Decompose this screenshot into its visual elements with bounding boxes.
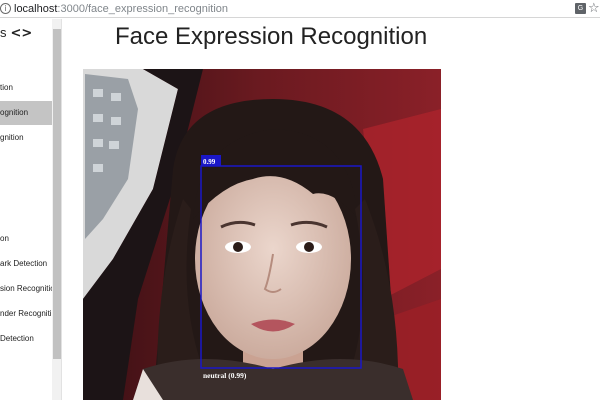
sidebar-item-label: nder Recognition [0, 309, 52, 318]
sidebar-scrollbar[interactable] [52, 19, 61, 400]
sidebar: s <> tion ognition gnition on ark Detecti… [0, 19, 62, 400]
sidebar-item[interactable]: on [0, 227, 52, 251]
info-icon[interactable]: i [0, 3, 11, 14]
code-toggle-icon[interactable]: <> [11, 26, 33, 41]
face-bounding-box [200, 165, 362, 369]
sidebar-item[interactable]: tion [0, 76, 52, 100]
sidebar-header: s <> [0, 23, 32, 43]
sidebar-title: s [0, 25, 7, 40]
sidebar-item-expression-recognition[interactable]: sion Recognition [0, 277, 52, 301]
bookmark-star-icon[interactable]: ☆ [588, 0, 600, 17]
url-text[interactable]: localhost:3000/face_expression_recogniti… [14, 2, 228, 16]
translate-icon[interactable]: G [575, 3, 586, 14]
sidebar-item-label: gnition [0, 133, 24, 142]
detection-overlay: 0.99 neutral (0.99) [200, 155, 362, 380]
sidebar-item-label: ognition [0, 108, 29, 117]
detection-score: 0.99 [203, 158, 216, 166]
sidebar-item-gender-recognition[interactable]: nder Recognition [0, 302, 52, 326]
page-title: Face Expression Recognition [115, 23, 428, 50]
sidebar-item[interactable]: gnition [0, 126, 52, 150]
sidebar-item-label: tion [0, 83, 13, 92]
input-image: 0.99 neutral (0.99) [83, 69, 441, 400]
sidebar-item-detection[interactable]: Detection [0, 327, 52, 351]
sidebar-item-label: on [0, 234, 9, 243]
sidebar-item-label: sion Recognition [0, 284, 52, 293]
url-host: localhost [14, 3, 58, 15]
scrollbar-thumb[interactable] [53, 29, 61, 359]
sidebar-item-face-expression-recognition[interactable]: ognition [0, 101, 52, 125]
url-path: :3000/face_expression_recognition [57, 3, 229, 15]
sidebar-item-landmark-detection[interactable]: ark Detection [0, 252, 52, 276]
address-bar[interactable]: i localhost:3000/face_expression_recogni… [0, 0, 600, 18]
sidebar-item-label: Detection [0, 334, 34, 343]
expression-label: neutral (0.99) [203, 371, 247, 380]
sidebar-item-label: ark Detection [0, 259, 48, 268]
